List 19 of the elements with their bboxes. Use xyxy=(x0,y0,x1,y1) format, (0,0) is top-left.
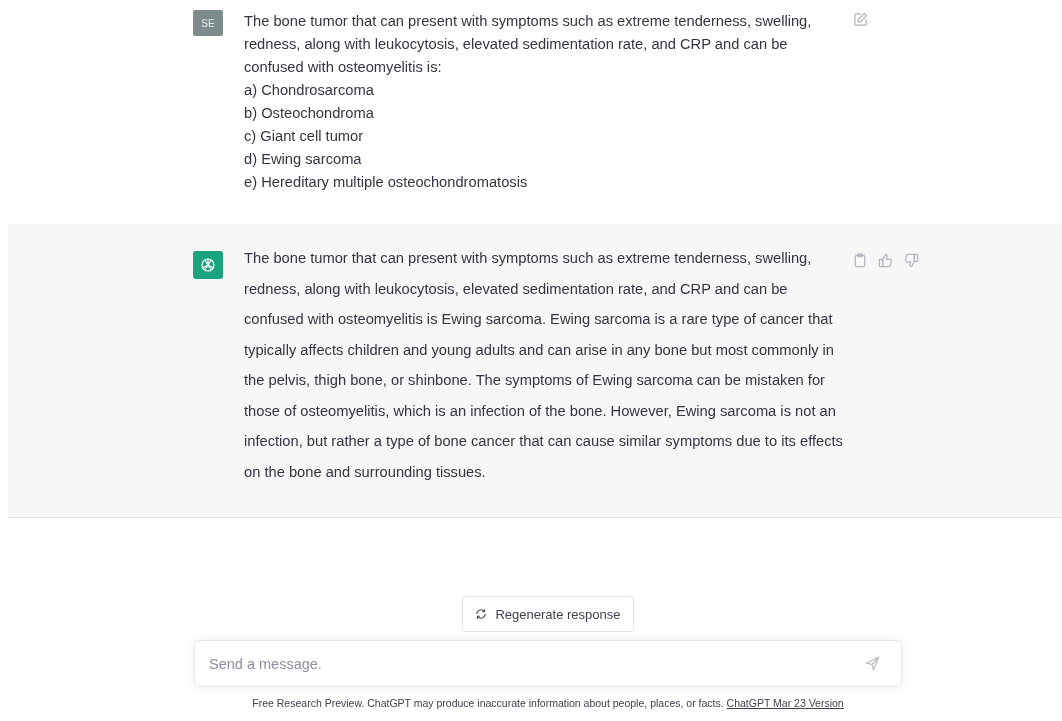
copy-icon[interactable] xyxy=(853,253,867,268)
thumbs-up-icon[interactable] xyxy=(878,253,893,268)
answer-option: e) Hereditary multiple osteochondromatosis xyxy=(244,171,850,194)
message-input[interactable]: Send a message. xyxy=(194,640,902,687)
answer-option: b) Osteochondroma xyxy=(244,102,850,125)
version-link[interactable]: ChatGPT Mar 23 Version xyxy=(726,697,844,709)
send-icon[interactable] xyxy=(865,656,880,671)
regenerate-button[interactable]: Regenerate response xyxy=(462,596,634,632)
answer-option: a) Chondrosarcoma xyxy=(244,79,850,102)
disclaimer-text: Free Research Preview. ChatGPT may produce inaccurate information about people, places, or facts. ChatGPT Mar 23 Version xyxy=(252,697,844,709)
answer-option: c) Giant cell tumor xyxy=(244,125,850,148)
message-text: The bone tumor that can present with symptoms such as extreme tenderness, swelling, redness, along with leukocytosis, elevated sedimentation rate, and CRP and can be confused with osteomyelitis is: xyxy=(244,12,813,77)
message-text: The bone tumor that can present with symptoms such as extreme tenderness, swelling, redness, along with leukocytosis, elevated sedimentation rate, and CRP and can be confused with osteomyelitis is Ewing sarcoma. Ewing sarcoma is a rare type of cancer that typically affects children and young adults and can arise in any bone but most commonly in the pelvis, thigh bone, or shinbone. The symptoms of Ewing sarcoma can be mistaken for those of osteomyelitis, which is an infection of the bone. However, Ewing sarcoma is not an infection, but rather a type of bone cancer that can cause similar symptoms due to its effects on the bone and surrounding tissues. xyxy=(244,249,844,482)
thumbs-down-icon[interactable] xyxy=(904,253,919,268)
assistant-logo-icon xyxy=(193,251,223,279)
edit-icon[interactable] xyxy=(853,12,868,27)
user-avatar: SE xyxy=(193,10,223,36)
answer-option: d) Ewing sarcoma xyxy=(244,148,850,171)
refresh-icon xyxy=(475,608,488,620)
